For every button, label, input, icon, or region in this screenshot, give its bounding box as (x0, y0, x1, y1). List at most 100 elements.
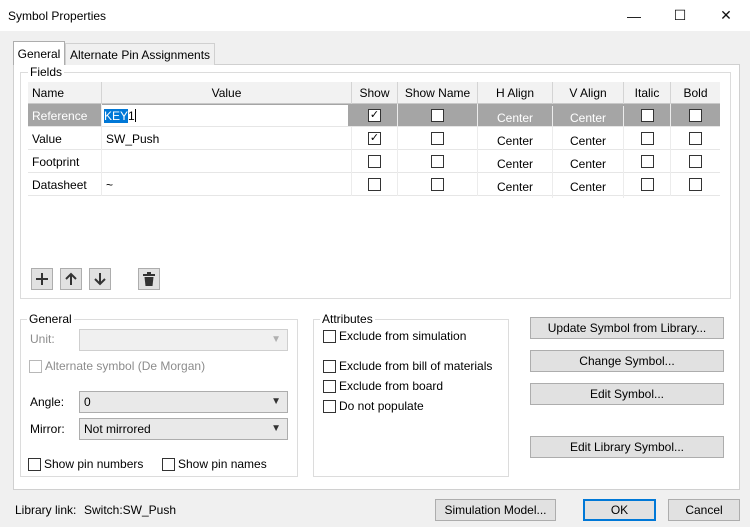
checkbox[interactable] (689, 109, 702, 122)
checkbox (323, 359, 336, 373)
cell-italic[interactable] (624, 127, 671, 150)
cell-italic[interactable] (624, 104, 671, 127)
cell-value[interactable]: ~ (102, 173, 352, 196)
tab-general[interactable]: General (13, 41, 65, 65)
cell-show[interactable]: ✓ (352, 127, 398, 150)
column-header-name[interactable]: Name (28, 82, 102, 104)
checkbox (29, 359, 42, 373)
cell-h-align[interactable]: Center (478, 106, 553, 129)
column-header-v-align[interactable]: V Align (553, 82, 624, 104)
checkbox[interactable] (368, 178, 381, 191)
cell-italic[interactable] (624, 150, 671, 173)
cell-v-align[interactable]: Center (553, 175, 624, 198)
cell-v-align[interactable]: Center (553, 129, 624, 152)
cell-bold[interactable] (671, 150, 720, 173)
window-title: Symbol Properties (8, 9, 107, 23)
checkbox[interactable] (689, 155, 702, 168)
cell-show[interactable] (352, 150, 398, 173)
show-pin-numbers-checkbox[interactable]: Show pin numbers (28, 457, 143, 471)
ok-button[interactable]: OK (583, 499, 656, 521)
cell-show-name[interactable] (398, 150, 478, 173)
checkbox[interactable] (431, 109, 444, 122)
update-symbol-button[interactable]: Update Symbol from Library... (530, 317, 724, 339)
cell-italic[interactable] (624, 173, 671, 196)
column-header-bold[interactable]: Bold (671, 82, 720, 104)
checkbox (162, 457, 175, 471)
grid-header: Name Value Show Show Name H Align V Alig… (28, 82, 720, 104)
checkbox[interactable] (640, 178, 654, 191)
change-symbol-button[interactable]: Change Symbol... (530, 350, 724, 372)
cell-h-align[interactable]: Center (478, 152, 553, 175)
checkbox[interactable] (689, 178, 702, 191)
cell-show-name[interactable] (398, 173, 478, 196)
table-row-reference[interactable]: Reference KEY 1 ✓ Center Center (28, 104, 720, 129)
cell-show-name[interactable] (398, 127, 478, 150)
value-editor[interactable]: KEY 1 (102, 105, 348, 126)
cell-h-align[interactable]: Center (478, 129, 553, 152)
move-down-button[interactable] (89, 268, 111, 290)
tab-alternate-pin-assignments[interactable]: Alternate Pin Assignments (65, 43, 215, 65)
cell-value[interactable] (102, 150, 352, 173)
value-selected-text: KEY (104, 108, 129, 123)
chevron-down-icon: ▼ (271, 334, 281, 345)
checkbox[interactable] (431, 155, 444, 168)
unit-select[interactable]: ▼ (79, 329, 288, 351)
cell-value[interactable]: SW_Push (102, 127, 352, 150)
cell-show[interactable]: ✓ (352, 104, 398, 127)
cell-show-name[interactable] (398, 104, 478, 127)
table-row-datasheet[interactable]: Datasheet ~ Center Center (28, 173, 720, 198)
checkbox (323, 329, 336, 343)
cell-h-align[interactable]: Center (478, 175, 553, 198)
cell-v-align[interactable]: Center (553, 152, 624, 175)
checkbox[interactable] (431, 132, 444, 145)
checkbox-checked[interactable]: ✓ (368, 132, 381, 145)
close-button[interactable]: ✕ (703, 0, 749, 31)
edit-symbol-button[interactable]: Edit Symbol... (530, 383, 724, 405)
column-header-show-name[interactable]: Show Name (398, 82, 478, 104)
fields-group-label: Fields (28, 65, 65, 79)
fields-grid[interactable]: Name Value Show Show Name H Align V Alig… (28, 82, 720, 198)
exclude-simulation-checkbox[interactable]: Exclude from simulation (323, 329, 466, 343)
angle-select[interactable]: 0 ▼ (79, 391, 288, 413)
checkbox[interactable] (640, 109, 654, 122)
checkbox[interactable] (689, 132, 702, 145)
checkbox[interactable] (368, 155, 381, 168)
checkbox-checked[interactable]: ✓ (368, 109, 381, 122)
exclude-board-checkbox[interactable]: Exclude from board (323, 379, 443, 393)
checkbox[interactable] (640, 155, 654, 168)
do-not-populate-checkbox[interactable]: Do not populate (323, 399, 424, 413)
move-up-icon (65, 272, 77, 285)
minimize-button[interactable]: — (611, 0, 657, 31)
column-header-value[interactable]: Value (102, 82, 352, 104)
exclude-bom-checkbox[interactable]: Exclude from bill of materials (323, 359, 492, 373)
edit-library-symbol-button[interactable]: Edit Library Symbol... (530, 436, 724, 458)
table-row-value[interactable]: Value SW_Push ✓ Center Center (28, 127, 720, 152)
checkbox[interactable] (431, 178, 444, 191)
delete-icon (143, 272, 155, 286)
mirror-select[interactable]: Not mirrored ▼ (79, 418, 288, 440)
add-icon (36, 273, 48, 285)
simulation-model-button[interactable]: Simulation Model... (435, 499, 556, 521)
cell-bold[interactable] (671, 173, 720, 196)
cell-bold[interactable] (671, 104, 720, 127)
unit-label: Unit: (30, 332, 55, 346)
add-field-button[interactable] (31, 268, 53, 290)
checkbox[interactable] (640, 132, 654, 145)
table-row-footprint[interactable]: Footprint Center Center (28, 150, 720, 175)
alternate-symbol-checkbox[interactable]: Alternate symbol (De Morgan) (29, 359, 205, 373)
checkbox (323, 379, 336, 393)
exclude-bom-label: Exclude from bill of materials (339, 359, 493, 373)
maximize-button[interactable]: ☐ (657, 0, 703, 31)
delete-field-button[interactable] (138, 268, 160, 290)
cancel-button[interactable]: Cancel (668, 499, 740, 521)
library-link-label: Library link: (15, 503, 77, 517)
column-header-italic[interactable]: Italic (624, 82, 671, 104)
attributes-group-label: Attributes (320, 312, 375, 326)
cell-bold[interactable] (671, 127, 720, 150)
move-up-button[interactable] (60, 268, 82, 290)
column-header-show[interactable]: Show (352, 82, 398, 104)
cell-show[interactable] (352, 173, 398, 196)
cell-v-align[interactable]: Center (553, 106, 624, 129)
column-header-h-align[interactable]: H Align (478, 82, 553, 104)
show-pin-names-checkbox[interactable]: Show pin names (162, 457, 267, 471)
